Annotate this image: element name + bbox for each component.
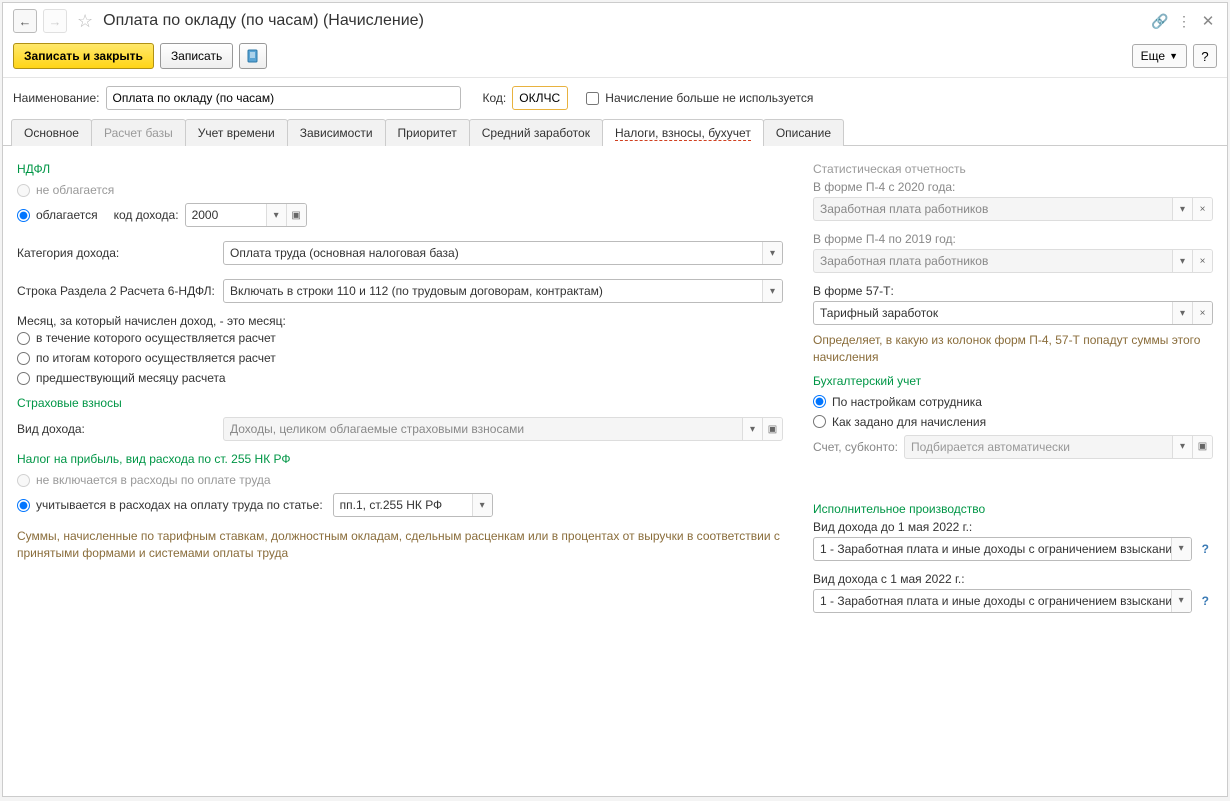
p4-2020-label: В форме П-4 с 2020 года:	[813, 180, 1213, 194]
row-6ndfl-combo[interactable]: Включать в строки 110 и 112 (по трудовым…	[223, 279, 783, 303]
p4-2019-label: В форме П-4 по 2019 год:	[813, 232, 1213, 246]
tabs: Основное Расчет базы Учет времени Зависи…	[3, 118, 1227, 146]
income-code-label: код дохода:	[114, 208, 179, 222]
chevron-down-icon[interactable]: ▾	[1171, 538, 1191, 560]
radio-ndfl-not-taxed	[17, 184, 30, 197]
tab-calc-base[interactable]: Расчет базы	[91, 119, 186, 146]
f57t-combo[interactable]: Тарифный заработок ▾ ×	[813, 301, 1213, 325]
tab-deps[interactable]: Зависимости	[287, 119, 386, 146]
code-input[interactable]	[512, 86, 568, 110]
chevron-down-icon[interactable]: ▾	[266, 204, 286, 226]
income-type-label: Вид дохода:	[17, 422, 217, 436]
clear-icon: ×	[1192, 198, 1212, 220]
tab-main[interactable]: Основное	[11, 119, 92, 146]
radio-month-prev[interactable]	[17, 372, 30, 385]
exec-after-combo[interactable]: 1 - Заработная плата и иные доходы с огр…	[813, 589, 1192, 613]
chevron-down-icon[interactable]: ▾	[1171, 590, 1191, 612]
tab-desc[interactable]: Описание	[763, 119, 844, 146]
ndfl-title: НДФЛ	[17, 162, 783, 176]
executive-title: Исполнительное производство	[813, 502, 1213, 516]
income-code-combo[interactable]: 2000 ▾ ▣	[185, 203, 307, 227]
chevron-down-icon[interactable]: ▾	[762, 242, 782, 264]
content-area: НДФЛ не облагается облагается код дохода…	[3, 146, 1227, 796]
f57t-label: В форме 57-Т:	[813, 284, 1213, 298]
chevron-down-icon: ▾	[1172, 250, 1192, 272]
exec-before-label: Вид дохода до 1 мая 2022 г.:	[813, 520, 1213, 534]
kebab-menu-icon[interactable]: ⋮	[1175, 12, 1193, 30]
archived-label: Начисление больше не используется	[605, 91, 813, 105]
exec-before-combo[interactable]: 1 - Заработная плата и иные доходы с огр…	[813, 537, 1192, 561]
chevron-down-icon[interactable]: ▾	[762, 280, 782, 302]
left-column: НДФЛ не облагается облагается код дохода…	[17, 156, 783, 786]
radio-profit-included[interactable]	[17, 499, 30, 512]
profit-tax-note: Суммы, начисленные по тарифным ставкам, …	[17, 528, 783, 562]
save-close-button[interactable]: Записать и закрыть	[13, 43, 154, 69]
link-icon[interactable]: 🔗	[1151, 12, 1169, 30]
ndfl-taxed-label: облагается	[36, 208, 98, 222]
ndfl-not-taxed-label: не облагается	[36, 183, 114, 197]
chevron-down-icon[interactable]: ▾	[472, 494, 492, 516]
radio-ndfl-taxed[interactable]	[17, 209, 30, 222]
right-column: Статистическая отчетность В форме П-4 с …	[813, 156, 1213, 786]
exec-after-label: Вид дохода с 1 мая 2022 г.:	[813, 572, 1213, 586]
chevron-down-icon: ▾	[1172, 198, 1192, 220]
help-button[interactable]: ?	[1193, 44, 1217, 68]
radio-month-after[interactable]	[17, 352, 30, 365]
chevron-down-icon: ▾	[742, 418, 762, 440]
clear-icon[interactable]: ×	[1192, 302, 1212, 324]
name-label: Наименование:	[13, 91, 100, 105]
category-label: Категория дохода:	[17, 246, 217, 260]
profit-tax-title: Налог на прибыль, вид расхода по ст. 255…	[17, 452, 783, 466]
tab-taxes[interactable]: Налоги, взносы, бухучет	[602, 119, 764, 146]
income-type-combo: Доходы, целиком облагаемые страховыми вз…	[223, 417, 783, 441]
close-icon[interactable]: ✕	[1199, 12, 1217, 30]
chevron-down-icon: ▾	[1172, 436, 1192, 458]
save-button[interactable]: Записать	[160, 43, 233, 69]
radio-acct-employee[interactable]	[813, 395, 826, 408]
p4-2019-combo: Заработная плата работников ▾ ×	[813, 249, 1213, 273]
income-category-combo[interactable]: Оплата труда (основная налоговая база) ▾	[223, 241, 783, 265]
nav-back-button[interactable]: ←	[13, 9, 37, 33]
stats-title: Статистическая отчетность	[813, 162, 1213, 176]
tab-time[interactable]: Учет времени	[185, 119, 288, 146]
clear-icon: ×	[1192, 250, 1212, 272]
code-label: Код:	[483, 91, 507, 105]
name-code-row: Наименование: Код: Начисление больше не …	[3, 78, 1227, 118]
header-bar: ← → ☆ Оплата по окладу (по часам) (Начис…	[3, 3, 1227, 39]
nav-forward-button[interactable]: →	[43, 9, 67, 33]
favorite-icon[interactable]: ☆	[77, 11, 93, 32]
help-icon[interactable]: ?	[1198, 594, 1213, 608]
toolbar: Записать и закрыть Записать Еще ▼ ?	[3, 39, 1227, 78]
open-icon[interactable]: ▣	[286, 204, 306, 226]
p4-2020-combo: Заработная плата работников ▾ ×	[813, 197, 1213, 221]
open-icon: ▣	[1192, 436, 1212, 458]
tab-avg[interactable]: Средний заработок	[469, 119, 603, 146]
stats-note: Определяет, в какую из колонок форм П-4,…	[813, 332, 1213, 366]
open-icon: ▣	[762, 418, 782, 440]
radio-profit-not-included	[17, 474, 30, 487]
archived-checkbox[interactable]	[586, 92, 599, 105]
insurance-title: Страховые взносы	[17, 396, 783, 410]
name-input[interactable]	[106, 86, 461, 110]
chevron-down-icon[interactable]: ▾	[1172, 302, 1192, 324]
window-title: Оплата по окладу (по часам) (Начисление)	[103, 12, 1145, 30]
document-icon-button[interactable]	[239, 43, 267, 69]
row-6ndfl-label: Строка Раздела 2 Расчета 6-НДФЛ:	[17, 284, 217, 298]
account-label: Счет, субконто:	[813, 440, 898, 454]
radio-acct-as-set[interactable]	[813, 415, 826, 428]
tab-priority[interactable]: Приоритет	[385, 119, 470, 146]
account-combo: Подбирается автоматически ▾ ▣	[904, 435, 1213, 459]
accounting-title: Бухгалтерский учет	[813, 374, 1213, 388]
more-button[interactable]: Еще ▼	[1132, 44, 1187, 68]
help-icon[interactable]: ?	[1198, 542, 1213, 556]
month-label: Месяц, за который начислен доход, - это …	[17, 314, 783, 328]
radio-month-during[interactable]	[17, 332, 30, 345]
article-combo[interactable]: пп.1, ст.255 НК РФ ▾	[333, 493, 493, 517]
